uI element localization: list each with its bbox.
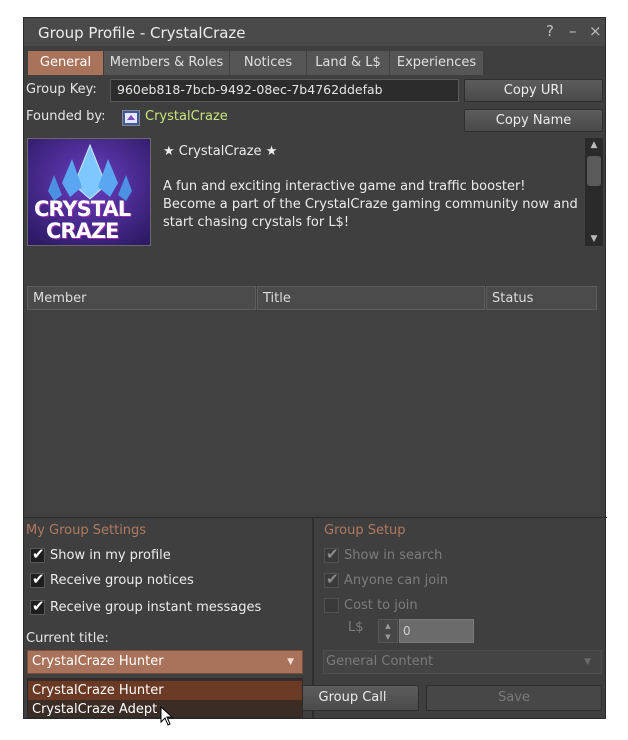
charter-scrollbar[interactable]: ▲ ▼ [585, 138, 603, 246]
show-in-search-checkbox[interactable]: ✔ [324, 545, 339, 563]
members-table[interactable]: Member Title Status [27, 286, 600, 514]
scroll-thumb[interactable] [587, 156, 601, 186]
show-in-search-label: Show in search [344, 548, 443, 563]
charter-line: A fun and exciting interactive game and … [163, 179, 526, 194]
scroll-down-icon[interactable]: ▼ [585, 232, 603, 246]
tab-notices[interactable]: Notices [230, 51, 307, 75]
group-insignia[interactable]: CRYSTAL CRAZE [27, 138, 151, 246]
copy-uri-button[interactable]: Copy URI [464, 79, 603, 102]
show-in-profile-label[interactable]: Show in my profile [50, 548, 171, 563]
group-charter[interactable]: ★ CrystalCraze ★ A fun and exciting inte… [163, 143, 583, 232]
insignia-line2: CRAZE [46, 219, 119, 243]
cost-input[interactable]: 0 [399, 619, 474, 643]
mouse-cursor-icon [160, 706, 174, 726]
chevron-down-icon: ▼ [584, 657, 591, 667]
group-call-button[interactable]: Group Call [286, 685, 419, 711]
insignia-line1: CRYSTAL [34, 197, 131, 221]
founder-name-link[interactable]: CrystalCraze [145, 109, 228, 124]
section-divider [24, 517, 607, 518]
checkmark-icon: ✔ [32, 597, 45, 615]
column-header-status[interactable]: Status [486, 286, 597, 310]
tab-experiences[interactable]: Experiences [390, 51, 484, 75]
checkmark-icon: ✔ [326, 545, 339, 563]
show-in-profile-checkbox[interactable]: ✔ [30, 545, 45, 563]
receive-notices-checkbox[interactable]: ✔ [30, 570, 45, 588]
current-title-combobox[interactable]: CrystalCraze Hunter ▼ [27, 650, 303, 674]
column-header-member[interactable]: Member [27, 286, 256, 310]
cost-to-join-label: Cost to join [344, 598, 418, 613]
receive-notices-label[interactable]: Receive group notices [50, 573, 194, 588]
cost-to-join-checkbox[interactable] [324, 598, 339, 613]
tab-land[interactable]: Land & L$ [307, 51, 390, 75]
stepper-down-icon[interactable]: ▼ [379, 633, 397, 641]
group-key-label: Group Key: [26, 82, 97, 97]
group-profile-window: Group Profile - CrystalCraze ? – × Gener… [23, 17, 607, 719]
charter-line: Become a part of the CrystalCraze gaming… [163, 197, 578, 212]
window-title: Group Profile - CrystalCraze [38, 24, 246, 42]
checkmark-icon: ✔ [32, 570, 45, 588]
cost-stepper[interactable]: ▲ ▼ [378, 619, 398, 643]
group-setup-heading: Group Setup [324, 523, 406, 538]
charter-line: start chasing crystals for L$! [163, 215, 350, 230]
receive-im-label[interactable]: Receive group instant messages [50, 600, 261, 615]
charter-title: ★ CrystalCraze ★ [163, 144, 278, 159]
tab-general[interactable]: General [28, 51, 104, 75]
chevron-down-icon: ▼ [287, 657, 294, 667]
minimize-icon[interactable]: – [569, 23, 577, 39]
receive-im-checkbox[interactable]: ✔ [30, 597, 45, 615]
close-icon[interactable]: × [589, 23, 602, 39]
maturity-combobox[interactable]: General Content ▼ [323, 650, 602, 674]
dropdown-option[interactable]: CrystalCraze Hunter [28, 681, 302, 700]
my-group-settings-heading: My Group Settings [26, 523, 147, 538]
group-key-field[interactable]: 960eb818-7bcb-9492-08ec-7b4762ddefab [110, 79, 459, 102]
anyone-can-join-label: Anyone can join [344, 573, 449, 588]
help-icon[interactable]: ? [546, 23, 554, 39]
maturity-value: General Content [326, 654, 434, 669]
current-title-value: CrystalCraze Hunter [32, 654, 164, 669]
title-bar[interactable]: Group Profile - CrystalCraze ? – × [24, 18, 605, 46]
anyone-can-join-checkbox[interactable]: ✔ [324, 570, 339, 588]
save-button[interactable]: Save [426, 685, 602, 711]
current-title-label: Current title: [26, 631, 109, 646]
scroll-up-icon[interactable]: ▲ [585, 138, 603, 152]
checkmark-icon: ✔ [32, 545, 45, 563]
column-header-title[interactable]: Title [257, 286, 485, 310]
currency-label: L$ [348, 620, 364, 635]
checkmark-icon: ✔ [326, 570, 339, 588]
copy-name-button[interactable]: Copy Name [464, 109, 603, 132]
tab-members-roles[interactable]: Members & Roles [104, 51, 230, 75]
stepper-up-icon[interactable]: ▲ [379, 622, 397, 630]
founder-avatar-icon [122, 110, 140, 126]
founded-by-label: Founded by: [26, 109, 106, 124]
